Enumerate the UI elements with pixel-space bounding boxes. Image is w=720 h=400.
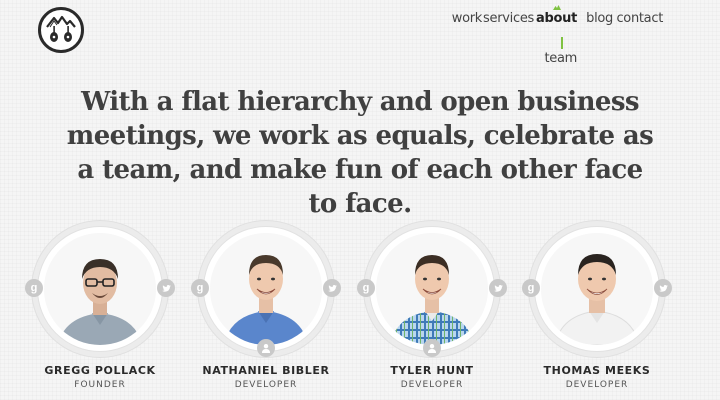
portrait-ring xyxy=(369,226,495,352)
member-photo xyxy=(376,233,488,345)
twitter-icon[interactable] xyxy=(157,279,175,297)
portrait-ring xyxy=(203,226,329,352)
google-plus-icon[interactable]: g xyxy=(191,279,209,297)
google-plus-icon[interactable]: g xyxy=(25,279,43,297)
portrait-ring xyxy=(534,226,660,352)
member-photo xyxy=(44,233,156,345)
user-icon[interactable] xyxy=(423,339,441,357)
google-plus-icon[interactable]: g xyxy=(357,279,375,297)
nav-item-blog[interactable]: blog xyxy=(586,11,613,26)
user-icon[interactable] xyxy=(257,339,275,357)
member-name: THOMAS MEEKS xyxy=(543,364,651,377)
member-name: NATHANIEL BIBLER xyxy=(202,364,330,377)
member-name: TYLER HUNT xyxy=(390,364,474,377)
active-mountain-marker-icon xyxy=(553,5,561,10)
member-photo xyxy=(210,233,322,345)
portrait-ring xyxy=(37,226,163,352)
team-member: g THOMAS MEEKS DEVELOPER xyxy=(522,226,672,390)
nav-item-about[interactable]: about xyxy=(536,11,577,26)
team-list: g GREGG POLLACK FOUNDER g NATHANIEL BIBL… xyxy=(0,226,720,400)
member-photo xyxy=(541,233,653,345)
subnav-connector xyxy=(561,37,563,49)
main-nav: work services about blog contact team xyxy=(0,5,720,66)
subnav-item-team[interactable]: team xyxy=(544,51,577,66)
page-headline: With a flat hierarchy and open business … xyxy=(66,87,654,219)
twitter-icon[interactable] xyxy=(654,279,672,297)
member-name: GREGG POLLACK xyxy=(44,364,156,377)
team-member: g TYLER HUNT DEVELOPER xyxy=(357,226,507,390)
nav-item-contact[interactable]: contact xyxy=(616,11,663,26)
nav-item-work[interactable]: work xyxy=(452,11,483,26)
team-member: g GREGG POLLACK FOUNDER xyxy=(25,226,175,390)
twitter-icon[interactable] xyxy=(489,279,507,297)
nav-item-services[interactable]: services xyxy=(483,11,534,26)
member-role: FOUNDER xyxy=(74,380,126,390)
member-role: DEVELOPER xyxy=(565,380,629,390)
member-role: DEVELOPER xyxy=(234,380,298,390)
team-member: g NATHANIEL BIBLER DEVELOPER xyxy=(191,226,341,390)
member-role: DEVELOPER xyxy=(400,380,464,390)
twitter-icon[interactable] xyxy=(323,279,341,297)
google-plus-icon[interactable]: g xyxy=(522,279,540,297)
